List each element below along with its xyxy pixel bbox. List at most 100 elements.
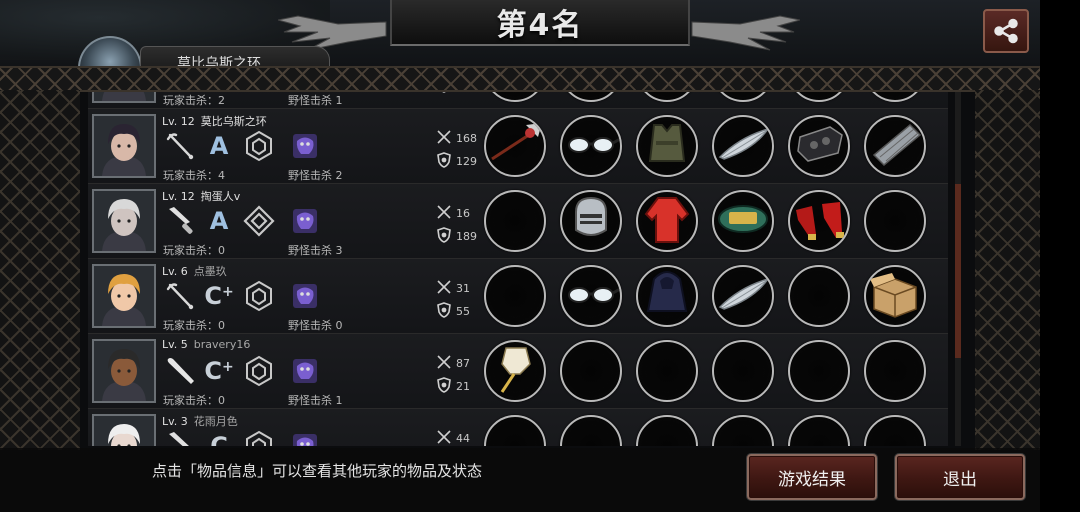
player-avatar[interactable] (92, 264, 156, 328)
gauntlet-item-slot[interactable] (788, 115, 850, 177)
gauntlet-icon (790, 117, 848, 175)
empty-item-slot[interactable] (484, 190, 546, 252)
player-avatar[interactable] (92, 414, 156, 446)
empty-item-slot[interactable] (560, 92, 622, 102)
screen-edge (1040, 0, 1080, 512)
feather-item-slot[interactable] (712, 265, 774, 327)
glasses-item-slot[interactable] (560, 265, 622, 327)
empty-item-slot[interactable] (636, 340, 698, 402)
attack-icon (436, 129, 452, 148)
player-avatar[interactable] (92, 189, 156, 253)
empty-item-slot[interactable] (712, 340, 774, 402)
player-kill-count: 玩家击杀：2 (163, 94, 225, 107)
monster-kill-count: 野怪击杀 3 (288, 244, 343, 257)
monster-kill-count: 野怪击杀 1 (288, 394, 343, 407)
defense-value: 189 (456, 230, 477, 243)
vest-item-slot[interactable] (636, 115, 698, 177)
crest-icon (288, 279, 322, 313)
empty-item-slot[interactable] (560, 340, 622, 402)
feather-icon (714, 117, 772, 175)
attack-value: 44 (456, 432, 470, 445)
heels-icon (790, 192, 848, 250)
player-avatar[interactable] (92, 339, 156, 403)
player-skills: C (164, 429, 334, 446)
helmet-item-slot[interactable] (560, 190, 622, 252)
item-slots (484, 415, 934, 446)
jacket-item-slot[interactable] (636, 190, 698, 252)
weapon-grade-badge: C (210, 432, 228, 446)
player-kill-count: 玩家击杀：0 (163, 394, 225, 407)
share-button[interactable] (983, 9, 1029, 53)
player-skills: A (164, 129, 334, 163)
box-item-slot[interactable] (864, 265, 926, 327)
empty-item-slot[interactable] (636, 92, 698, 102)
player-row[interactable]: Lv. 12 莫比乌斯之环 A 玩家击杀：4 野怪击杀 2 168 129 (88, 109, 948, 184)
exit-button[interactable]: 退出 (895, 454, 1025, 500)
empty-item-slot[interactable] (864, 190, 926, 252)
attack-stat: 168 (436, 129, 477, 148)
player-name: 掏蛋人v (200, 190, 241, 203)
empty-item-slot[interactable] (712, 415, 774, 446)
player-list-content: Lv. 6玩家击杀：2野怪击杀 122Lv. 12莫比乌斯之环A玩家击杀：4野怪… (88, 92, 948, 446)
header-area: 第4名 莫比乌斯之环 (0, 0, 1080, 70)
empty-item-slot[interactable] (636, 415, 698, 446)
player-level: Lv. 6 (162, 265, 188, 278)
player-row[interactable]: Lv. 5 bravery16 C+ 玩家击杀：0 野怪击杀 1 87 21 (88, 334, 948, 409)
empty-item-slot[interactable] (712, 92, 774, 102)
player-level: Lv. 5 (162, 338, 188, 351)
tool-item-slot[interactable] (484, 340, 546, 402)
defense-stat: 189 (436, 227, 477, 246)
knife-icon (164, 204, 198, 238)
empty-item-slot[interactable] (560, 415, 622, 446)
vest-icon (638, 117, 696, 175)
bracelet-item-slot[interactable] (712, 190, 774, 252)
attack-icon (436, 204, 452, 223)
empty-item-slot[interactable] (864, 340, 926, 402)
player-row[interactable]: Lv. 3 花雨月色 C 44 (88, 409, 948, 446)
empty-item-slot[interactable] (788, 340, 850, 402)
empty-item-slot[interactable] (864, 415, 926, 446)
feather-item-slot[interactable] (712, 115, 774, 177)
player-row[interactable]: Lv. 6玩家击杀：2野怪击杀 122 (88, 92, 948, 109)
left-lattice-frame (0, 90, 80, 450)
hoodie-item-slot[interactable] (636, 265, 698, 327)
attack-stat: 87 (436, 354, 470, 373)
armguard-item-slot[interactable] (864, 115, 926, 177)
crest-icon (288, 204, 322, 238)
scrollbar-thumb[interactable] (955, 184, 961, 358)
defense-stat: 129 (436, 152, 477, 171)
spear-item-slot[interactable] (484, 115, 546, 177)
player-level-line: Lv. 3 花雨月色 (162, 413, 238, 429)
empty-item-slot[interactable] (864, 92, 926, 102)
glasses-item-slot[interactable] (560, 115, 622, 177)
hint-text: 点击「物品信息」可以查看其他玩家的物品及状态 (152, 462, 483, 480)
player-avatar[interactable] (92, 92, 156, 103)
empty-item-slot[interactable] (484, 415, 546, 446)
box-icon (866, 267, 924, 325)
monster-kill-count: 野怪击杀 0 (288, 319, 343, 332)
helmet-icon (562, 192, 620, 250)
attack-stat: 44 (436, 429, 470, 446)
player-row[interactable]: Lv. 6 点墨玖 C+ 玩家击杀：0 野怪击杀 0 31 55 (88, 259, 948, 334)
empty-item-slot[interactable] (788, 415, 850, 446)
player-list[interactable]: Lv. 6玩家击杀：2野怪击杀 122Lv. 12莫比乌斯之环A玩家击杀：4野怪… (88, 92, 948, 446)
empty-item-slot[interactable] (788, 92, 850, 102)
player-row[interactable]: Lv. 12 掏蛋人v A 玩家击杀：0 野怪击杀 3 16 189 (88, 184, 948, 259)
game-result-button[interactable]: 游戏结果 (747, 454, 877, 500)
heels-item-slot[interactable] (788, 190, 850, 252)
attack-value: 16 (456, 207, 470, 220)
player-name: 花雨月色 (193, 415, 238, 428)
attack-stat: 31 (436, 279, 470, 298)
crest-icon (288, 429, 322, 446)
shield-icon (436, 377, 452, 396)
empty-item-slot[interactable] (484, 265, 546, 327)
player-level-line: Lv. 6 点墨玖 (162, 263, 227, 279)
weapon-grade-badge: C+ (204, 282, 234, 310)
player-avatar[interactable] (92, 114, 156, 178)
empty-item-slot[interactable] (484, 92, 546, 102)
right-lattice-frame (975, 90, 1040, 450)
glasses-icon (562, 267, 620, 325)
player-level: Lv. 12 (162, 190, 195, 203)
empty-item-slot[interactable] (788, 265, 850, 327)
skill-emblem-icon (242, 279, 276, 313)
